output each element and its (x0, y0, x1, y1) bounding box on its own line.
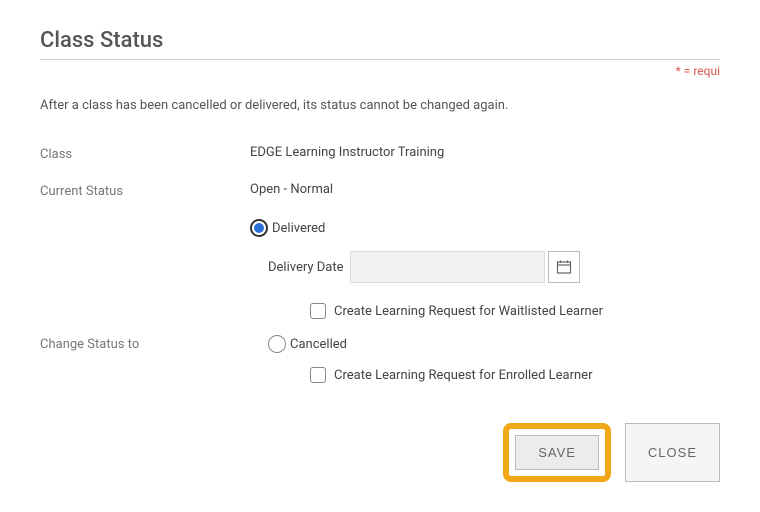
delivery-date-input[interactable] (350, 251, 545, 283)
waitlisted-checkbox[interactable]: Create Learning Request for Waitlisted L… (310, 303, 720, 319)
delivered-radio[interactable]: Delivered (250, 219, 720, 237)
page-title: Class Status (40, 28, 720, 53)
save-highlight-annotation: SAVE (503, 423, 611, 482)
current-status-row: Current Status Open - Normal (40, 182, 720, 199)
calendar-icon (556, 259, 572, 275)
required-indicator: * = requi (40, 64, 720, 78)
change-status-label: Change Status to (40, 267, 250, 352)
checkbox-icon (310, 367, 326, 383)
description-text: After a class has been cancelled or deli… (40, 98, 720, 113)
calendar-button[interactable] (548, 251, 580, 283)
save-button[interactable]: SAVE (515, 435, 599, 470)
radio-unselected-icon (268, 335, 286, 353)
current-status-label: Current Status (40, 182, 250, 199)
delivery-date-row: Delivery Date (268, 251, 720, 283)
title-divider (40, 59, 720, 60)
cancelled-radio-label: Cancelled (290, 337, 347, 352)
radio-selected-icon (250, 219, 268, 237)
delivered-radio-label: Delivered (272, 221, 325, 236)
class-value: EDGE Learning Instructor Training (250, 145, 720, 160)
current-status-value: Open - Normal (250, 182, 720, 197)
class-label: Class (40, 145, 250, 162)
close-button[interactable]: CLOSE (625, 423, 720, 482)
cancelled-radio[interactable]: Cancelled (268, 335, 720, 353)
enrolled-checkbox-label: Create Learning Request for Enrolled Lea… (334, 368, 592, 383)
checkbox-icon (310, 303, 326, 319)
class-row: Class EDGE Learning Instructor Training (40, 145, 720, 162)
waitlisted-checkbox-label: Create Learning Request for Waitlisted L… (334, 304, 603, 319)
button-bar: SAVE CLOSE (40, 423, 720, 482)
enrolled-checkbox[interactable]: Create Learning Request for Enrolled Lea… (310, 367, 720, 383)
delivery-date-label: Delivery Date (268, 260, 344, 275)
change-status-row: Change Status to Delivered Delivery Date (40, 219, 720, 399)
